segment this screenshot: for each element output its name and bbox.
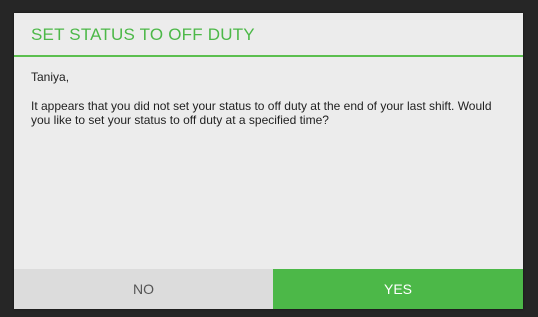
dialog-body: Taniya, It appears that you did not set …	[31, 70, 511, 127]
off-duty-dialog: SET STATUS TO OFF DUTY Taniya, It appear…	[14, 13, 523, 309]
greeting-text: Taniya,	[31, 70, 70, 84]
no-button[interactable]: NO	[14, 269, 273, 309]
dialog-header: SET STATUS TO OFF DUTY	[14, 13, 523, 57]
dialog-button-row: NO YES	[14, 269, 523, 309]
yes-button[interactable]: YES	[273, 269, 523, 309]
dialog-title: SET STATUS TO OFF DUTY	[31, 25, 255, 44]
message-text: It appears that you did not set your sta…	[31, 99, 492, 127]
